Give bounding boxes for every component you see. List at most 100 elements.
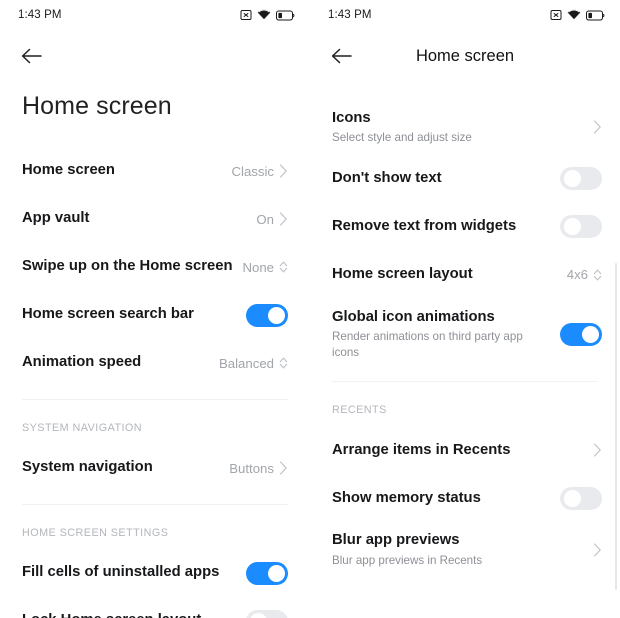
- row-title: Remove text from widgets: [332, 218, 517, 235]
- row-text-block: Icons Select style and adjust size: [332, 109, 593, 146]
- page-title: Home screen: [22, 92, 172, 120]
- row-value: Classic: [231, 163, 275, 179]
- row-control: [560, 486, 602, 510]
- row-control: [246, 303, 288, 327]
- stepper-updown-icon: [279, 261, 288, 273]
- row-value: Buttons: [229, 460, 274, 476]
- row-subtitle: Render animations on third party app ico…: [332, 330, 523, 359]
- row-control: On: [256, 212, 288, 227]
- row-subtitle: Blur app previews in Recents: [332, 553, 483, 567]
- section-label: SYSTEM NAVIGATION: [22, 422, 143, 434]
- row-text-block: Arrange items in Recents: [332, 441, 593, 460]
- stepper-updown-icon: [593, 269, 602, 281]
- row-control: [246, 609, 288, 618]
- settings-list-right: Icons Select style and adjust size Don't s…: [310, 82, 620, 577]
- status-bar: 1:43 PM: [0, 0, 310, 30]
- toggle-switch-off[interactable]: [246, 609, 288, 618]
- row-text-block: Don't show text: [332, 169, 560, 188]
- dual-screenshot-container: 1:43 PM Home screen Home screen Classic …: [0, 0, 620, 618]
- settings-row[interactable]: Fill cells of uninstalled apps: [0, 549, 310, 597]
- toggle-switch-on[interactable]: [246, 561, 288, 585]
- row-control: [560, 322, 602, 346]
- toggle-knob: [564, 489, 581, 507]
- scrollbar[interactable]: [614, 263, 617, 590]
- row-text-block: System navigation: [22, 458, 229, 477]
- row-title: Blur app previews: [332, 532, 460, 549]
- row-text-block: Animation speed: [22, 353, 219, 372]
- status-time: 1:43 PM: [328, 9, 372, 21]
- toggle-knob: [564, 218, 581, 236]
- row-control: 4x6: [567, 267, 602, 282]
- section-label: HOME SCREEN SETTINGS: [22, 527, 169, 539]
- chevron-right-icon: [593, 120, 601, 135]
- toggle-switch-on[interactable]: [246, 303, 288, 327]
- row-control: [593, 120, 602, 135]
- settings-row[interactable]: Blur app previews Blur app previews in Re…: [310, 522, 620, 577]
- row-title: Lock Home screen layout: [22, 611, 238, 618]
- status-bar: 1:43 PM: [310, 0, 620, 30]
- settings-row[interactable]: Arrange items in Recents: [310, 426, 620, 474]
- row-title: Icons: [332, 110, 371, 126]
- settings-row[interactable]: Show memory status: [310, 474, 620, 522]
- row-title: Home screen search bar: [22, 306, 194, 323]
- no-sim-icon: [240, 10, 252, 20]
- section-label: RECENTS: [332, 404, 387, 417]
- row-text-block: App vault: [22, 209, 256, 228]
- row-text-block: Home screen layout: [332, 265, 567, 284]
- row-control: Balanced: [219, 356, 288, 371]
- back-arrow-icon[interactable]: [18, 43, 44, 69]
- settings-row[interactable]: Global icon animations Render animations …: [310, 299, 620, 370]
- status-time: 1:43 PM: [18, 9, 62, 21]
- row-text-block: Show memory status: [332, 489, 560, 508]
- wifi-icon: [257, 9, 271, 20]
- stepper-updown-icon: [279, 357, 288, 369]
- toggle-switch-off[interactable]: [560, 486, 602, 510]
- row-title: Show memory status: [332, 489, 481, 506]
- toggle-switch-on[interactable]: [560, 322, 602, 346]
- battery-icon: [276, 10, 295, 20]
- chevron-right-icon: [593, 543, 601, 557]
- row-control: Classic: [232, 164, 289, 179]
- row-title: Arrange items in Recents: [332, 441, 511, 458]
- row-title: Swipe up on the Home screen: [22, 258, 233, 275]
- toggle-knob: [250, 612, 267, 618]
- toggle-switch-off[interactable]: [560, 215, 602, 239]
- row-text-block: Home screen: [22, 161, 232, 180]
- settings-row[interactable]: Swipe up on the Home screen None: [0, 243, 310, 291]
- row-title: System navigation: [22, 459, 153, 476]
- row-control: None: [242, 260, 288, 275]
- toggle-knob: [564, 170, 581, 188]
- back-arrow-icon[interactable]: [328, 43, 354, 69]
- row-control: [593, 543, 602, 557]
- no-sim-icon: [550, 10, 562, 20]
- row-text-block: Home screen search bar: [22, 305, 246, 324]
- left-screen: 1:43 PM Home screen Home screen Classic …: [0, 0, 310, 618]
- settings-row[interactable]: Animation speed Balanced: [0, 339, 310, 387]
- settings-row[interactable]: App vault On: [0, 195, 310, 243]
- settings-row[interactable]: Home screen Classic: [0, 147, 310, 195]
- row-control: [593, 443, 602, 457]
- row-text-block: Remove text from widgets: [332, 217, 560, 236]
- chevron-right-icon: [279, 461, 287, 475]
- status-icons: [240, 9, 296, 21]
- settings-row[interactable]: Icons Select style and adjust size: [310, 100, 620, 155]
- chevron-right-icon: [279, 212, 287, 226]
- settings-row[interactable]: Don't show text: [310, 155, 620, 203]
- row-title: Home screen: [22, 162, 115, 179]
- toggle-switch-off[interactable]: [560, 167, 602, 191]
- settings-row[interactable]: Home screen layout 4x6: [310, 251, 620, 299]
- settings-row[interactable]: System navigation Buttons: [0, 444, 310, 492]
- page-title: Home screen: [415, 46, 515, 65]
- settings-row[interactable]: Home screen search bar: [0, 291, 310, 339]
- settings-row[interactable]: Lock Home screen layout: [0, 597, 310, 618]
- wifi-icon: [567, 9, 581, 20]
- row-title: Global icon animations: [332, 308, 495, 325]
- toggle-knob: [268, 564, 285, 582]
- status-icons: [550, 9, 606, 21]
- row-value: None: [242, 259, 274, 275]
- row-text-block: Fill cells of uninstalled apps: [22, 563, 246, 582]
- settings-row[interactable]: Remove text from widgets: [310, 203, 620, 251]
- app-bar-left: [0, 30, 310, 82]
- row-control: [560, 167, 602, 191]
- row-text-block: Lock Home screen layout: [22, 611, 246, 618]
